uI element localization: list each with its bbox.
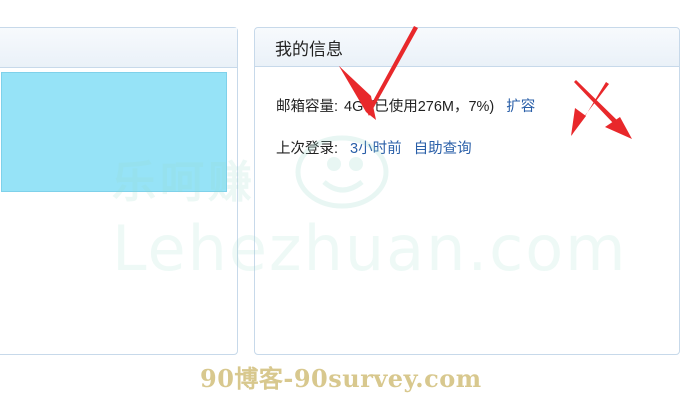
left-panel-header — [0, 28, 237, 68]
expand-capacity-link[interactable]: 扩容 — [506, 99, 535, 115]
site-watermark-cn: 乐呵赚 — [112, 157, 256, 208]
mailbox-capacity-row: 邮箱容量: 4G (已使用276M，7%) 扩容 — [276, 95, 535, 116]
site-watermark-en: Lehezhuan.com — [112, 212, 628, 285]
page: 我的信息 邮箱容量: 4G (已使用276M，7%) 扩容 上次登录: 3小时前 自助查询… — [0, 0, 690, 394]
mascot-watermark-icon — [295, 135, 389, 209]
self-query-link[interactable]: 自助查询 — [414, 141, 472, 157]
my-info-header: 我的信息 — [255, 28, 679, 67]
mailbox-usage-text: (已使用276M，7%) — [369, 99, 495, 115]
footer-watermark: 90博客-90survey.com — [200, 364, 482, 393]
mailbox-capacity-label: 邮箱容量: — [276, 99, 339, 115]
my-info-title: 我的信息 — [275, 39, 343, 59]
mailbox-capacity-value: 4G — [344, 99, 364, 115]
